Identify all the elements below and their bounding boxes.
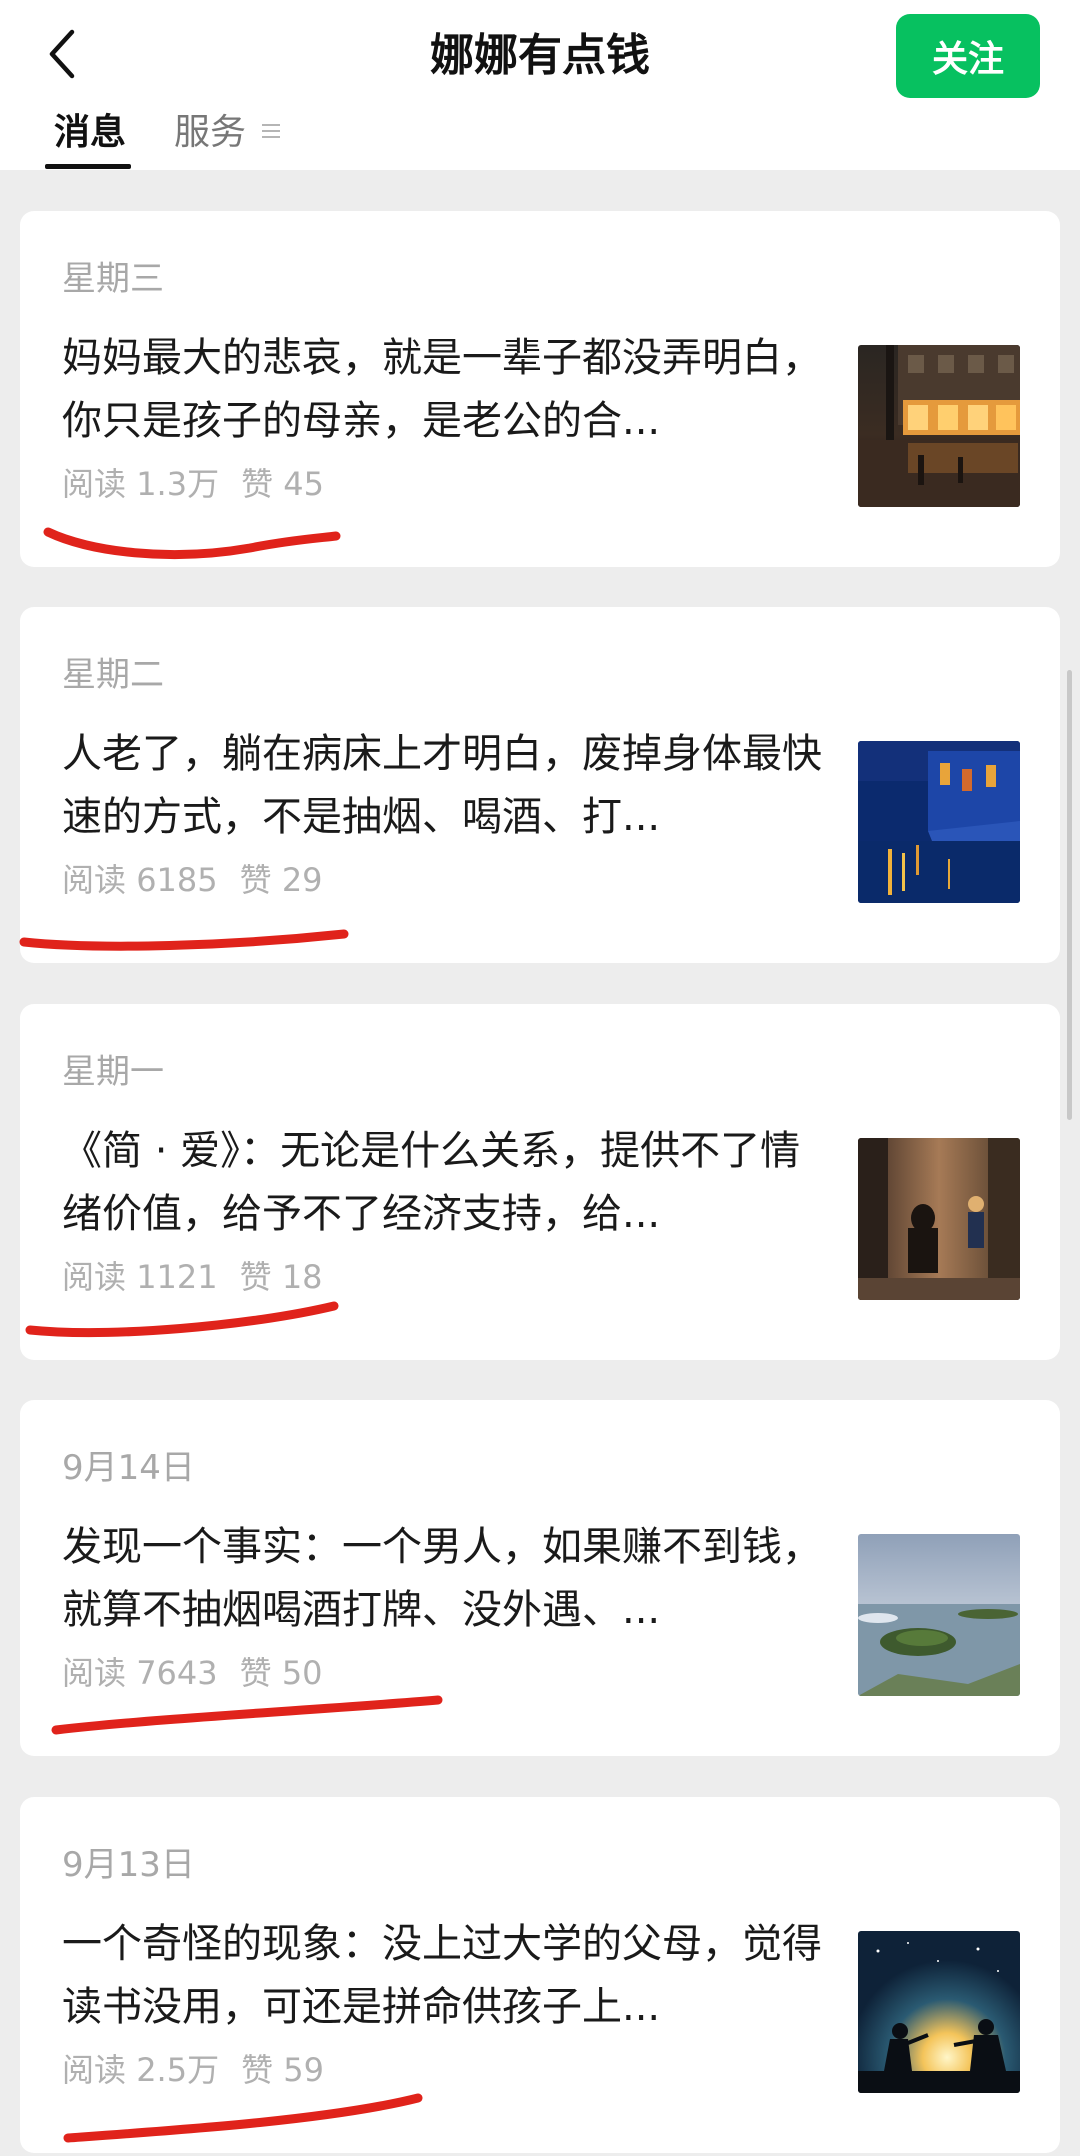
likes-count: 29: [281, 861, 323, 899]
parent-child-sunset-image: [858, 1931, 1020, 2093]
article-title[interactable]: 《简 · 爱》：无论是什么关系，提供不了情绪价值，给予不了经济支持，给...: [62, 1120, 832, 1246]
article-title[interactable]: 发现一个事实：一个男人，如果赚不到钱，就算不抽烟喝酒打牌、没外遇、...: [62, 1516, 832, 1642]
article-thumbnail[interactable]: [858, 1138, 1020, 1300]
reads-count: 6185: [136, 861, 218, 899]
night-street-cafe-image: [858, 345, 1020, 507]
article-stats: 阅读 6185 赞 29: [62, 857, 323, 903]
article-date: 星期二: [62, 655, 164, 695]
article-title[interactable]: 人老了，躺在病床上才明白，废掉身体最快速的方式，不是抽烟、喝酒、打...: [62, 723, 832, 849]
article-date: 星期一: [62, 1052, 164, 1092]
figures-under-arch-image: [858, 1138, 1020, 1300]
back-button[interactable]: [30, 22, 94, 86]
article-thumbnail[interactable]: [858, 741, 1020, 903]
article-card[interactable]: 星期一 《简 · 爱》：无论是什么关系，提供不了情绪价值，给予不了经济支持，给.…: [20, 1004, 1060, 1360]
likes-label: 赞: [241, 2051, 274, 2089]
likes-count: 45: [283, 465, 324, 503]
likes-count: 18: [281, 1258, 323, 1296]
article-card[interactable]: 星期二 人老了，躺在病床上才明白，废掉身体最快速的方式，不是抽烟、喝酒、打...…: [20, 607, 1060, 963]
likes-label: 赞: [239, 1258, 272, 1296]
article-date: 9月13日: [62, 1845, 195, 1885]
likes-label: 赞: [239, 1654, 272, 1692]
article-stats: 阅读 7643 赞 50: [62, 1650, 323, 1696]
reads-count: 1.3万: [136, 465, 220, 503]
article-card[interactable]: 9月13日 一个奇怪的现象：没上过大学的父母，觉得读书没用，可还是拼命供孩子上.…: [20, 1797, 1060, 2153]
article-card[interactable]: 9月14日 发现一个事实：一个男人，如果赚不到钱，就算不抽烟喝酒打牌、没外遇、.…: [20, 1400, 1060, 1756]
article-thumbnail[interactable]: [858, 345, 1020, 507]
reads-label: 阅读: [62, 2051, 127, 2089]
reads-label: 阅读: [62, 1654, 127, 1692]
article-stats: 阅读 1.3万赞 45: [62, 461, 324, 507]
blue-night-house-image: [858, 741, 1020, 903]
article-thumbnail[interactable]: [858, 1534, 1020, 1696]
article-stats: 阅读 1121 赞 18: [62, 1254, 323, 1300]
article-title[interactable]: 一个奇怪的现象：没上过大学的父母，觉得读书没用，可还是拼命供孩子上...: [62, 1913, 832, 2039]
article-date: 9月14日: [62, 1448, 195, 1488]
scrollbar[interactable]: [1067, 670, 1072, 1120]
article-thumbnail[interactable]: [858, 1931, 1020, 2093]
reads-label: 阅读: [62, 1258, 127, 1296]
article-stats: 阅读 2.5万赞 59: [62, 2047, 324, 2093]
reads-label: 阅读: [62, 465, 127, 503]
likes-count: 50: [281, 1654, 323, 1692]
reads-count: 1121: [136, 1258, 218, 1296]
coastal-island-image: [858, 1534, 1020, 1696]
likes-count: 59: [283, 2051, 324, 2089]
likes-label: 赞: [239, 861, 272, 899]
article-title[interactable]: 妈妈最大的悲哀，就是一辈子都没弄明白，你只是孩子的母亲，是老公的合...: [62, 327, 832, 453]
reads-count: 7643: [136, 1654, 218, 1692]
header-bar: 娜娜有点钱 关注 消息 服务: [0, 0, 1080, 170]
tab-active-indicator: [45, 164, 131, 169]
article-date: 星期三: [62, 259, 164, 299]
tab-messages[interactable]: 消息: [54, 108, 126, 158]
chevron-left-icon: [49, 29, 75, 79]
article-card[interactable]: 星期三 妈妈最大的悲哀，就是一辈子都没弄明白，你只是孩子的母亲，是老公的合...…: [20, 211, 1060, 567]
reads-label: 阅读: [62, 861, 127, 899]
menu-icon[interactable]: [262, 124, 280, 142]
tab-services[interactable]: 服务: [174, 108, 246, 158]
follow-button[interactable]: 关注: [896, 14, 1040, 98]
likes-label: 赞: [241, 465, 274, 503]
reads-count: 2.5万: [136, 2051, 220, 2089]
